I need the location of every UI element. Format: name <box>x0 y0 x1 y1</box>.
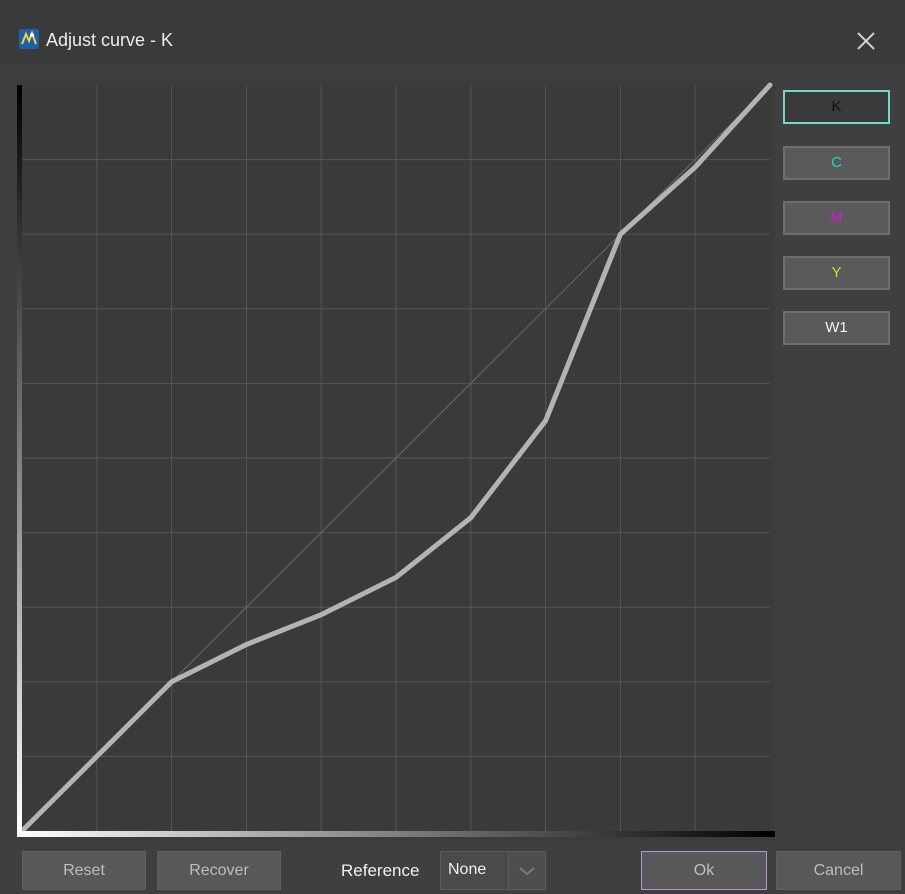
app-logo-icon <box>19 29 39 49</box>
channel-button-m[interactable]: M <box>783 201 890 235</box>
channel-button-k[interactable]: K <box>783 90 890 124</box>
horizontal-gradient-bar <box>17 831 775 837</box>
reference-label: Reference <box>341 861 420 880</box>
curve-editor[interactable] <box>17 80 775 840</box>
vertical-gradient-bar <box>17 85 22 831</box>
title-bar: Adjust curve - K <box>0 0 905 64</box>
channel-button-c[interactable]: C <box>783 146 890 180</box>
reference-select[interactable]: None <box>440 851 546 890</box>
channel-label-w1: W1 <box>825 319 848 336</box>
channel-button-y[interactable]: Y <box>783 256 890 290</box>
window-title: Adjust curve - K <box>46 30 174 50</box>
channel-button-w1[interactable]: W1 <box>783 311 890 345</box>
reset-button[interactable]: Reset <box>22 851 146 890</box>
channel-label-c: C <box>831 154 842 171</box>
channel-label-m: M <box>830 209 843 226</box>
close-icon[interactable] <box>853 28 879 54</box>
channel-label-k: K <box>831 98 842 115</box>
channel-label-y: Y <box>831 264 842 281</box>
recover-button[interactable]: Recover <box>157 851 281 890</box>
ok-button[interactable]: Ok <box>641 851 767 890</box>
chevron-down-icon[interactable] <box>508 852 545 889</box>
cancel-button[interactable]: Cancel <box>776 851 901 890</box>
reference-value: None <box>448 861 487 878</box>
